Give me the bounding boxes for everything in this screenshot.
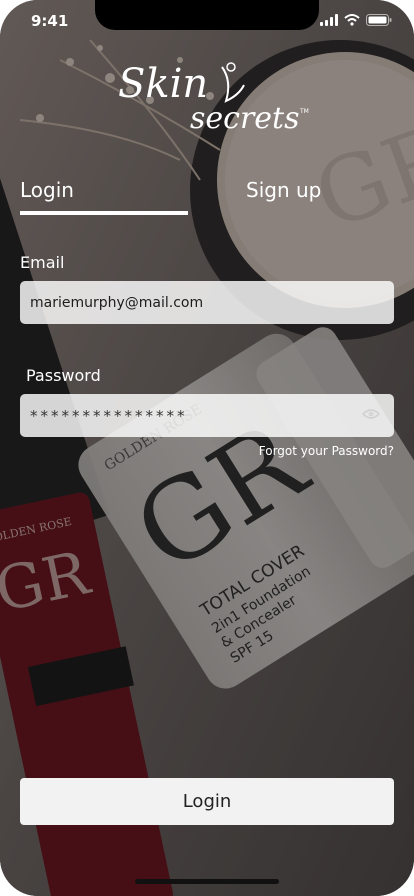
email-label: Email <box>20 253 65 272</box>
skin-secrets-logo: Skin secrets TM <box>118 61 309 135</box>
battery-icon <box>366 14 392 26</box>
active-tab-indicator <box>20 211 188 215</box>
password-value: *************** <box>30 406 188 425</box>
email-value: mariemurphy@mail.com <box>30 294 204 311</box>
logo-trademark: TM <box>299 108 309 115</box>
cellular-signal-icon <box>320 14 338 26</box>
notch <box>95 0 319 30</box>
forgot-password-link[interactable]: Forgot your Password? <box>259 444 394 458</box>
status-bar: 9:41 <box>0 0 414 44</box>
login-button[interactable]: Login <box>20 778 394 825</box>
email-field[interactable]: mariemurphy@mail.com <box>20 281 394 324</box>
tab-sign-up[interactable]: Sign up <box>246 178 321 202</box>
phone-screen: GR GOLDEN ROSE GR TOTAL COVER 2in1 Found… <box>0 0 414 896</box>
password-label: Password <box>26 366 101 385</box>
logo-line2: secrets <box>190 101 300 135</box>
eye-icon[interactable] <box>362 407 380 421</box>
home-indicator <box>135 879 279 884</box>
status-icons <box>320 14 392 26</box>
wifi-icon <box>344 14 360 26</box>
status-time: 9:41 <box>31 12 69 30</box>
tab-login[interactable]: Login <box>20 178 74 202</box>
password-field[interactable]: *************** <box>20 394 394 437</box>
